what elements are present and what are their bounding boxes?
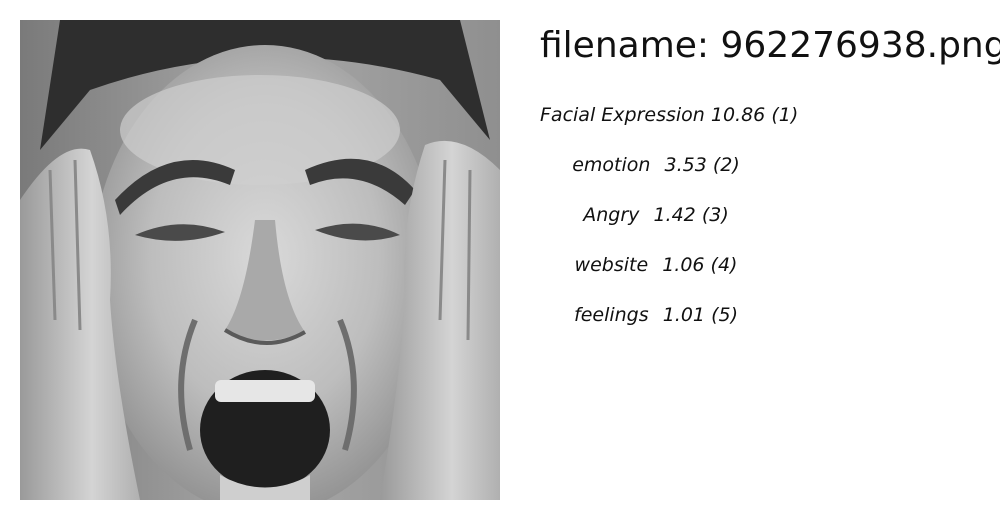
tag-label: Facial Expression: [540, 104, 705, 126]
tag-rank: (5): [711, 304, 738, 326]
tag-label: website: [574, 254, 649, 276]
tag-item: Angry 1.42 (3): [540, 202, 772, 228]
tag-item: Facial Expression 10.86 (1): [540, 102, 810, 128]
tag-score: 3.53: [664, 154, 707, 176]
page: filename: 962276938.png Facial Expressio…: [0, 0, 1000, 520]
tag-label: emotion: [572, 154, 651, 176]
tag-rank: (3): [701, 204, 729, 226]
tag-score: 1.01: [662, 304, 706, 326]
tag-rank: (1): [771, 104, 799, 126]
tag-score: 1.06: [662, 254, 705, 276]
tag-rank: (2): [712, 154, 740, 176]
face-photo-drawing: [20, 20, 500, 500]
tag-item: feelings 1.01 (5): [540, 302, 772, 328]
tag-item: emotion 3.53 (2): [540, 152, 772, 178]
tag-score: 1.42: [653, 204, 696, 226]
tag-label: Angry: [583, 204, 640, 226]
tag-score: 10.86: [710, 104, 766, 126]
tag-list: Facial Expression 10.86 (1) emotion 3.53…: [540, 102, 810, 352]
tag-rank: (4): [710, 254, 738, 276]
face-photo: [20, 20, 500, 500]
tag-item: website 1.06 (4): [540, 252, 772, 278]
tag-label: feelings: [574, 304, 649, 326]
filename-heading: filename: 962276938.png: [540, 25, 1000, 66]
